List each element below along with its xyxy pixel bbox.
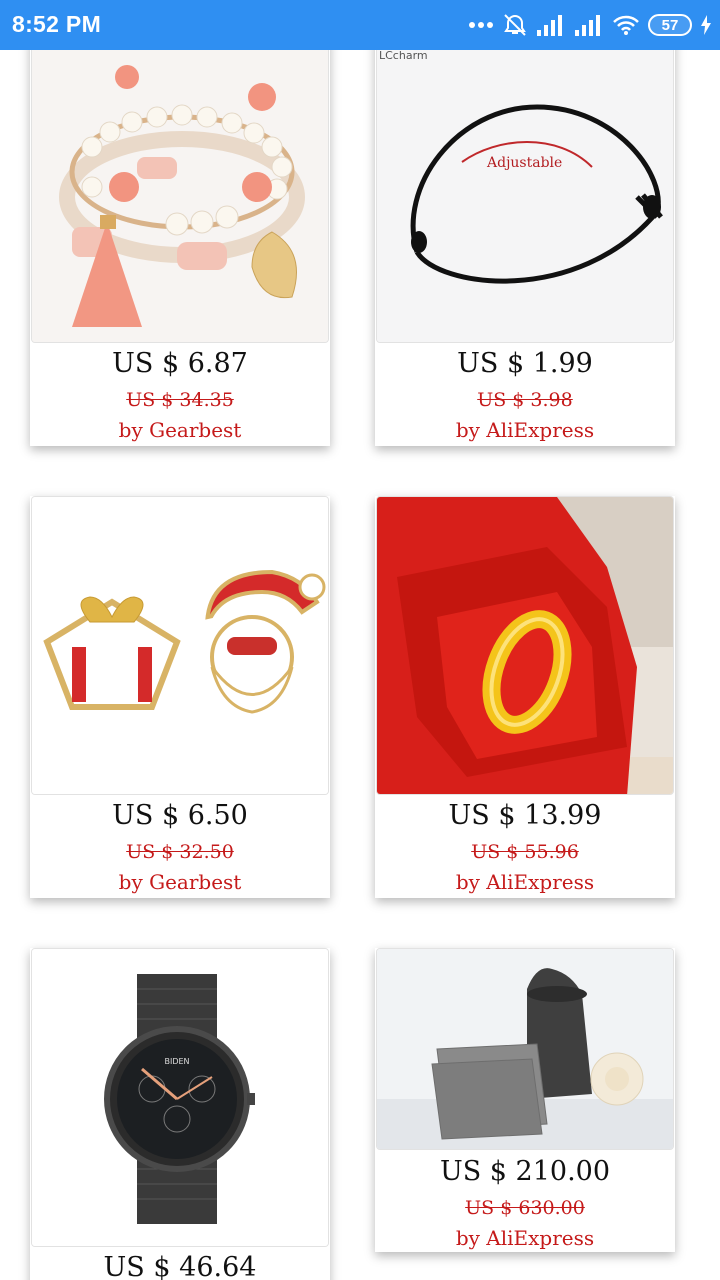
watch-image[interactable]: BIDEN xyxy=(31,948,329,1247)
price: US $ 1.99 xyxy=(457,348,593,379)
product-card[interactable]: US $ 13.99 US $ 55.96 by AliExpress xyxy=(375,496,675,898)
product-card[interactable]: LCcharm Adjustable US $ 1.99 US $ 3.98 b… xyxy=(375,36,675,446)
status-bar: 8:52 PM 57 xyxy=(0,0,720,50)
adjustable-text: Adjustable xyxy=(486,155,562,171)
wifi-icon xyxy=(612,10,640,40)
original-price: US $ 630.00 xyxy=(465,1197,585,1219)
bracelet-image[interactable] xyxy=(31,36,329,343)
gold-ring-image[interactable] xyxy=(376,496,674,795)
original-price: US $ 34.35 xyxy=(126,389,234,411)
cord-bracelet-image[interactable]: LCcharm Adjustable xyxy=(376,36,674,343)
signal-icon xyxy=(574,10,604,40)
product-card[interactable]: US $ 210.00 US $ 630.00 by AliExpress xyxy=(375,948,675,1252)
seller-link[interactable]: by AliExpress xyxy=(375,870,675,894)
watch-brand-text: BIDEN xyxy=(164,1057,189,1066)
price: US $ 46.64 xyxy=(103,1252,257,1280)
signal-icon xyxy=(536,10,566,40)
battery-icon: 57 xyxy=(648,14,692,36)
brand-text: LCcharm xyxy=(379,49,428,62)
price: US $ 6.87 xyxy=(112,348,248,379)
more-dots-icon xyxy=(468,10,494,40)
price: US $ 6.50 xyxy=(112,800,248,831)
price: US $ 210.00 xyxy=(439,1156,611,1187)
original-price: US $ 32.50 xyxy=(126,841,234,863)
seller-link[interactable]: by AliExpress xyxy=(375,1226,675,1250)
charging-icon xyxy=(700,10,712,40)
product-card[interactable]: BIDEN US $ 46.64 xyxy=(30,948,330,1280)
price: US $ 13.99 xyxy=(448,800,602,831)
seller-link[interactable]: by AliExpress xyxy=(375,418,675,442)
seller-link[interactable]: by Gearbest xyxy=(30,418,330,442)
pouches-image[interactable] xyxy=(376,948,674,1150)
christmas-earrings-image[interactable] xyxy=(31,496,329,795)
status-time: 8:52 PM xyxy=(12,11,102,37)
alarm-off-icon xyxy=(502,10,528,40)
product-card[interactable]: US $ 6.50 US $ 32.50 by Gearbest xyxy=(30,496,330,898)
seller-link[interactable]: by Gearbest xyxy=(30,870,330,894)
product-card[interactable]: US $ 6.87 US $ 34.35 by Gearbest xyxy=(30,36,330,446)
original-price: US $ 3.98 xyxy=(477,389,573,411)
original-price: US $ 55.96 xyxy=(471,841,579,863)
status-icons: 57 xyxy=(468,10,712,40)
